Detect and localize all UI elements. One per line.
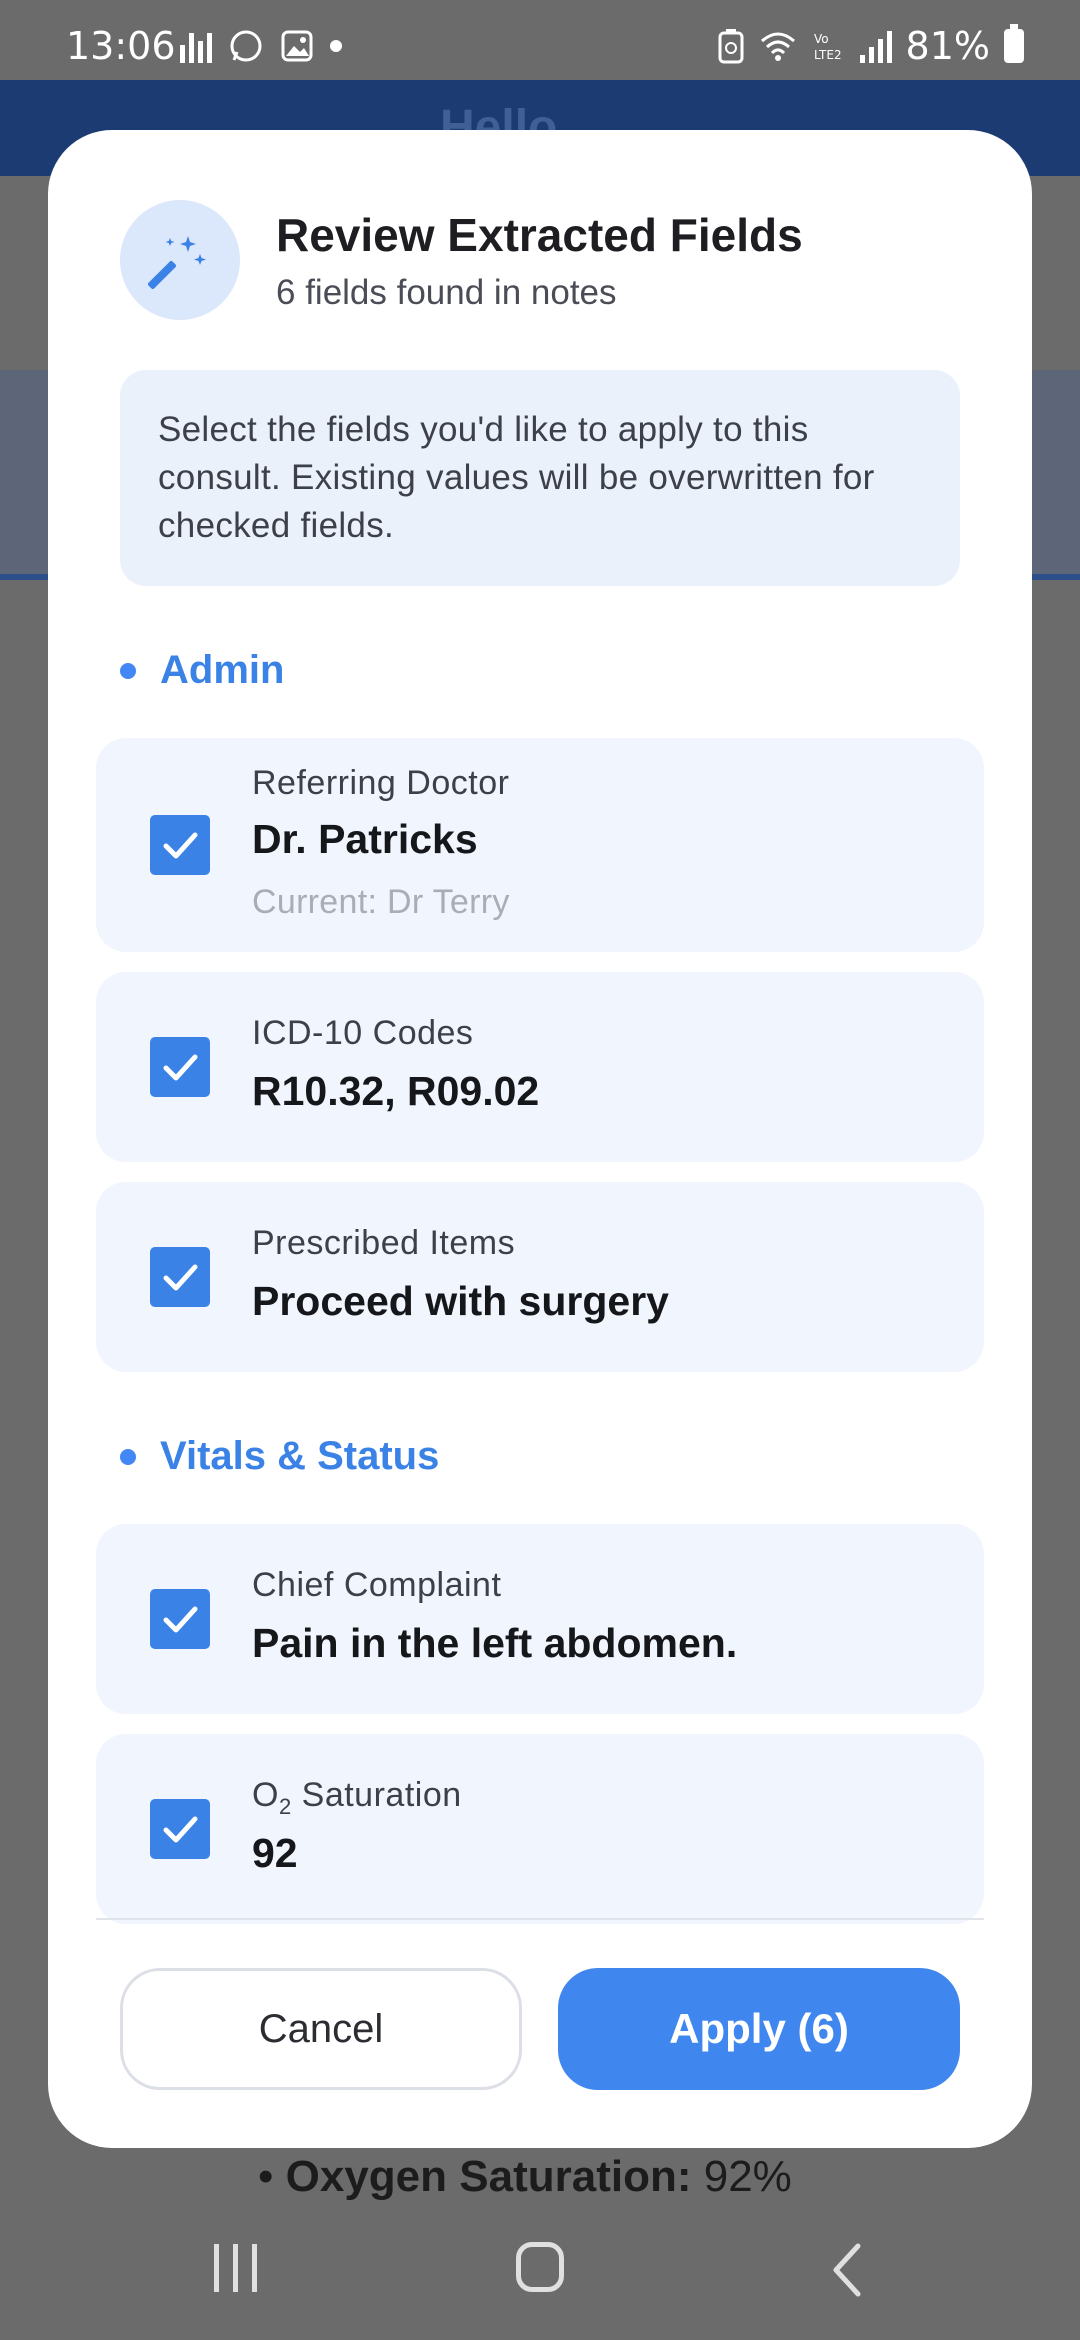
section-header-vitals-status: Vitals & Status: [120, 1434, 439, 1479]
svg-text:LTE2: LTE2: [814, 48, 842, 62]
checkmark-icon: [163, 1816, 198, 1843]
footer-divider: [96, 1918, 984, 1920]
field-label-prefix: O: [252, 1776, 279, 1814]
field-label: Prescribed Items: [252, 1224, 516, 1262]
checkmark-icon: [163, 1054, 198, 1081]
background-bullet: • Oxygen Saturation: 92%: [258, 2152, 792, 2201]
status-bar: 13:06 Vo LTE2 81%: [0, 0, 1080, 80]
dialog-subtitle: 6 fields found in notes: [276, 273, 617, 312]
svg-text:Vo: Vo: [814, 32, 829, 46]
field-referring-doctor[interactable]: Referring Doctor Dr. Patricks Current: D…: [96, 738, 984, 952]
background-bullet-value: 92%: [703, 2152, 792, 2201]
field-value: Dr. Patricks: [252, 816, 478, 862]
cancel-button[interactable]: Cancel: [120, 1968, 522, 2090]
gallery-icon: [281, 30, 313, 62]
home-icon[interactable]: [516, 2242, 564, 2292]
review-extracted-fields-dialog: Review Extracted Fields 6 fields found i…: [48, 130, 1032, 2148]
field-o2-saturation[interactable]: O2 Saturation 92: [96, 1734, 984, 1924]
field-chief-complaint[interactable]: Chief Complaint Pain in the left abdomen…: [96, 1524, 984, 1714]
battery-percent: 81%: [905, 24, 990, 68]
field-checkbox[interactable]: [150, 815, 210, 875]
section-bullet-icon: [120, 1448, 136, 1465]
field-icd10-codes[interactable]: ICD-10 Codes R10.32, R09.02: [96, 972, 984, 1162]
cell-signal-icon: [859, 29, 892, 63]
field-label: O2 Saturation: [252, 1776, 462, 1820]
checkmark-icon: [163, 1606, 198, 1633]
field-value: Proceed with surgery: [252, 1278, 669, 1324]
field-label-subscript: 2: [278, 1793, 292, 1819]
field-checkbox[interactable]: [150, 1589, 210, 1649]
field-checkbox[interactable]: [150, 1799, 210, 1859]
dot-icon: [330, 40, 342, 52]
battery-icon: [1004, 24, 1024, 63]
wifi-icon: [760, 32, 795, 61]
battery-saver-icon: [718, 29, 744, 64]
field-checkbox[interactable]: [150, 1037, 210, 1097]
status-left-icons: [180, 28, 342, 64]
field-value: R10.32, R09.02: [252, 1068, 540, 1114]
navigation-bar: [0, 2200, 1080, 2340]
whatsapp-icon: [230, 30, 262, 62]
field-prescribed-items[interactable]: Prescribed Items Proceed with surgery: [96, 1182, 984, 1372]
section-label: Admin: [160, 648, 285, 692]
field-current-value: Current: Dr Terry: [252, 883, 510, 921]
info-message: Select the fields you'd like to apply to…: [120, 370, 960, 586]
apply-button[interactable]: Apply (6): [558, 1968, 960, 2090]
section-header-admin: Admin: [120, 648, 284, 693]
section-label: Vitals & Status: [160, 1434, 440, 1478]
field-label: Referring Doctor: [252, 764, 510, 802]
field-label-suffix: Saturation: [291, 1776, 462, 1814]
field-label: ICD-10 Codes: [252, 1014, 474, 1052]
background-bullet-label: Oxygen Saturation:: [285, 2152, 692, 2201]
dialog-title: Review Extracted Fields: [276, 209, 803, 261]
checkmark-icon: [163, 832, 198, 859]
recents-icon[interactable]: [214, 2244, 257, 2292]
magic-wand-icon: [120, 200, 240, 320]
field-value: Pain in the left abdomen.: [252, 1620, 738, 1666]
field-label: Chief Complaint: [252, 1566, 502, 1604]
checkmark-icon: [163, 1264, 198, 1291]
section-bullet-icon: [120, 662, 136, 679]
field-checkbox[interactable]: [150, 1247, 210, 1307]
back-icon[interactable]: [830, 2242, 866, 2298]
signal-bars-icon: [180, 29, 212, 63]
status-right-icons: Vo LTE2 81%: [718, 24, 1024, 68]
field-value: 92: [252, 1830, 298, 1876]
status-time: 13:06: [66, 24, 176, 68]
volte-icon: Vo LTE2: [814, 32, 842, 62]
